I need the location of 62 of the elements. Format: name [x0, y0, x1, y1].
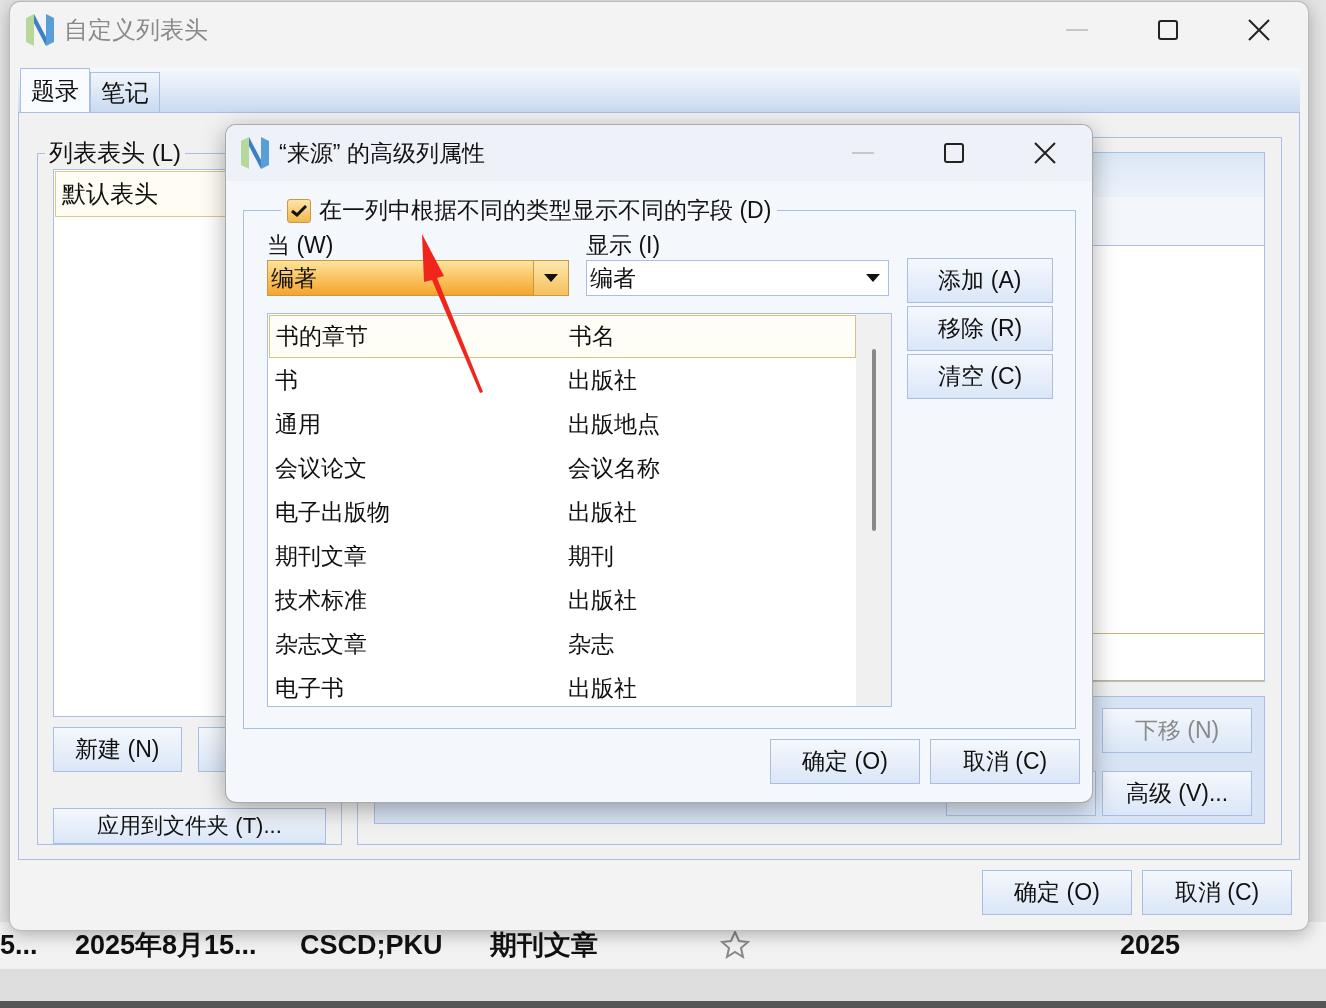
table-cell-text: 书的章节: [275, 322, 369, 351]
list-button[interactable]: 添加 (A): [907, 258, 1053, 303]
scrollbar-thumb[interactable]: [871, 349, 876, 531]
dropdown[interactable]: 编著: [267, 260, 569, 296]
group-label: 列表表头 (L): [48, 138, 182, 168]
maximize-icon[interactable]: [1158, 20, 1178, 40]
checkmark-icon: [291, 204, 307, 217]
list-button[interactable]: 移除 (R): [907, 306, 1053, 351]
dropdown-arrow-icon: [544, 274, 558, 282]
table-cell-text: 5...: [0, 929, 39, 961]
table-cell-text: 2025年8月15...: [75, 929, 258, 962]
window-title: 自定义列表头: [64, 15, 209, 45]
list-row[interactable]: 书 出版社: [269, 359, 856, 402]
checkbox[interactable]: [287, 198, 311, 223]
dropdown-arrow-icon: [866, 274, 880, 282]
table-cell-text: 期刊文章: [274, 542, 368, 571]
table-cell-text: 会议论文: [274, 454, 368, 483]
table-cell-text: 通用: [274, 410, 322, 439]
table-cell-text: 技术标准: [274, 586, 368, 615]
table-cell-text: CSCD;PKU: [300, 929, 444, 961]
table-cell-text: 出版社: [568, 498, 637, 527]
table-cell-text: 期刊: [568, 542, 614, 571]
dialog-button[interactable]: 取消 (C): [930, 739, 1080, 784]
close-icon[interactable]: [1248, 19, 1270, 41]
table-cell-text: 出版社: [568, 586, 637, 615]
field-label: 显示 (I): [586, 231, 662, 260]
new-button[interactable]: 新建 (N): [53, 727, 182, 772]
maximize-icon[interactable]: [944, 143, 964, 163]
table-cell-text: 电子出版物: [274, 498, 391, 527]
table-cell-text: 书: [274, 366, 299, 395]
list-row[interactable]: 书的章节 书名: [269, 315, 856, 358]
list-row[interactable]: 会议论文 会议名称: [269, 447, 856, 490]
field-label: 当 (W): [267, 231, 335, 260]
star-icon[interactable]: [720, 930, 750, 960]
table-cell-text: 杂志文章: [274, 630, 368, 659]
list-row[interactable]: 电子出版物 出版社: [269, 491, 856, 534]
table-cell-text: 出版社: [568, 674, 637, 703]
dialog-button[interactable]: 取消 (C): [1142, 870, 1292, 915]
list-row[interactable]: 技术标准 出版社: [269, 579, 856, 622]
apply-button[interactable]: 应用到文件夹 (T)...: [53, 808, 326, 844]
dialog-button[interactable]: 确定 (O): [770, 739, 920, 784]
list-row[interactable]: 杂志文章 杂志: [269, 623, 856, 666]
table-cell-text: 期刊文章: [490, 929, 599, 962]
list-row[interactable]: 电子书 出版社: [269, 667, 856, 706]
dropdown[interactable]: 编者: [586, 260, 889, 296]
list-button[interactable]: 清空 (C): [907, 354, 1053, 399]
table-cell-text: 书名: [569, 322, 615, 351]
list-row[interactable]: 期刊文章 期刊: [269, 535, 856, 578]
table-cell-text: 电子书: [274, 674, 345, 703]
list-row[interactable]: 通用 出版地点: [269, 403, 856, 446]
dialog-title: “来源” 的高级列属性: [279, 138, 486, 168]
close-icon[interactable]: [1034, 142, 1056, 164]
table-cell-text: 出版社: [568, 366, 637, 395]
table-cell-text: 出版地点: [568, 410, 660, 439]
logo-icon: [239, 136, 271, 170]
tab[interactable]: 题录: [20, 68, 90, 112]
table-cell: 2025: [1120, 929, 1181, 961]
table-cell-text: 会议名称: [568, 454, 660, 483]
dialog-button[interactable]: 确定 (O): [982, 870, 1132, 915]
table-cell-text: 杂志: [568, 630, 614, 659]
field-button[interactable]: 高级 (V)...: [1102, 771, 1252, 816]
logo-icon: [24, 13, 56, 47]
